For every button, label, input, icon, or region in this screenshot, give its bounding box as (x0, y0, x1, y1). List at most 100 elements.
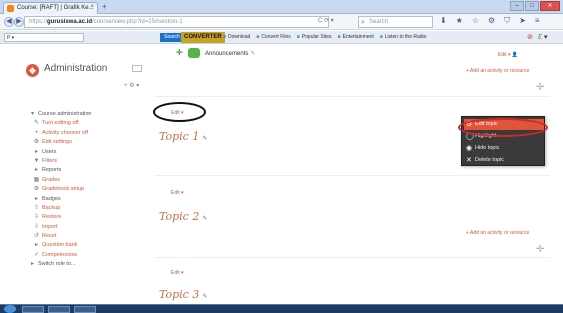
admin-item[interactable]: ▸ Question bank (29, 241, 92, 250)
toolbar-menu-icon[interactable]: ℰ ▾ (538, 33, 548, 41)
menu-item-delete-topic[interactable]: ✕ Delete topic (464, 155, 544, 166)
admin-item[interactable]: ▸ Badges (29, 195, 92, 204)
toolbar-link-convert[interactable]: Convert Files (256, 34, 290, 40)
taskbar-item[interactable] (22, 306, 44, 313)
window-close-button[interactable]: ✕ (540, 1, 560, 11)
forward-icon[interactable]: ▶ (14, 17, 24, 27)
administration-title: Administration (44, 63, 108, 74)
maximize-button[interactable]: □ (525, 1, 539, 11)
toolbar-link-popular[interactable]: Popular Sites (297, 34, 332, 40)
admin-item[interactable]: ⚙ Edit settings (29, 138, 92, 147)
browser-search-input[interactable]: ⌕ Search (358, 16, 433, 28)
taskbar-item[interactable] (74, 306, 96, 313)
admin-item-label: Course administration (38, 111, 92, 117)
admin-item-label: Gradebook setup (42, 186, 85, 193)
admin-item[interactable]: ↺ Reset (29, 232, 92, 241)
add-section-2-icon[interactable]: ✛ (536, 244, 544, 255)
toolbar-link-entertainment[interactable]: Entertainment (338, 34, 374, 40)
admin-item-icon: • (35, 129, 38, 136)
add-section-icon[interactable]: ✛ (176, 48, 183, 57)
browser-tab[interactable]: Course: [RAFT] | Grafik Ke... × (3, 2, 98, 14)
delete-topic-icon: ✕ (466, 157, 472, 164)
topic-2-title[interactable]: Topic 2 ✎ (159, 210, 207, 223)
admin-item-icon: ▸ (34, 242, 38, 249)
section-2-edit-menu[interactable]: Edit ▾ (171, 190, 184, 196)
search-icon: ⌕ (361, 19, 365, 26)
black-annotation-circle (153, 102, 206, 122)
add-activity-link-0[interactable]: + Add an activity or resource (466, 68, 529, 74)
new-tab-button[interactable]: + (102, 2, 107, 12)
topic-1-edit-icon[interactable]: ✎ (202, 135, 207, 142)
menu-icon[interactable]: ≡ (535, 16, 540, 26)
admin-item-label: Restore (42, 214, 62, 221)
admin-item[interactable]: ⇩ Import (29, 223, 92, 232)
section-divider (155, 96, 550, 97)
admin-item[interactable]: • Activity chooser off (29, 129, 92, 138)
minimize-button[interactable]: – (510, 1, 524, 11)
admin-item-label: Reset (42, 233, 57, 240)
topic-3-title[interactable]: Topic 3 ✎ (159, 288, 207, 301)
block-controls[interactable]: + ⚙ ▾ (124, 82, 139, 89)
announcements-link[interactable]: Announcements ✎ (205, 50, 255, 57)
toolbar-right: ⊘ ℰ ▾ (527, 33, 548, 41)
admin-item-icon: ▸ (34, 148, 38, 155)
admin-item-label: Filters (42, 157, 57, 164)
admin-item[interactable]: ▸ Users (29, 148, 92, 157)
admin-item-label: Users (42, 148, 57, 155)
menu-item-hide-topic[interactable]: ◉ Hide topic (464, 143, 544, 154)
admin-item[interactable]: ✎ Turn editing off (29, 119, 92, 128)
back-icon[interactable]: ◀ (4, 17, 14, 27)
taskbar-item[interactable] (48, 306, 70, 313)
edit-title-icon[interactable]: ✎ (250, 51, 255, 57)
url-prefix: https:// (29, 19, 48, 25)
admin-item[interactable]: ▼ Filters (29, 157, 92, 166)
announcement-edit-menu[interactable]: Edit ▾ 👤 (498, 52, 518, 58)
bookmark-star-icon[interactable]: ★ (456, 16, 463, 26)
start-button-icon[interactable] (4, 305, 16, 313)
admin-item[interactable]: ▾ Course administration (29, 110, 92, 119)
toolbar-link-radio[interactable]: Listen to the Radio (380, 34, 427, 40)
admin-item-label: Activity chooser off (42, 129, 89, 136)
menu-item-label: Delete topic (475, 157, 505, 163)
title-bar: Course: [RAFT] | Grafik Ke... × + – □ ✕ (0, 0, 563, 14)
admin-item-icon: ▦ (33, 176, 40, 183)
topic-1-title[interactable]: Topic 1 ✎ (159, 130, 207, 143)
topic-3-edit-icon[interactable]: ✎ (202, 293, 207, 300)
admin-item-label: Edit settings (42, 139, 72, 146)
window-controls: – □ ✕ (510, 1, 560, 11)
admin-item[interactable]: ⚙ Gradebook setup (29, 185, 92, 194)
admin-item-icon: ▾ (30, 111, 34, 117)
topic-2-edit-icon[interactable]: ✎ (202, 215, 207, 222)
blocker-icon[interactable]: ⊘ (527, 33, 533, 41)
reload-icon[interactable]: C ⟳ ▾ (318, 17, 334, 24)
bookmarks-icon[interactable]: ☆ (472, 16, 479, 26)
admin-item[interactable]: ✓ Competencies (29, 251, 92, 260)
admin-item[interactable]: ⇩ Restore (29, 213, 92, 222)
windows-taskbar (0, 304, 563, 313)
browser-toolbar-icons: ⬇ ★ ☆ ⚙ ⛉ ➤ ≡ (440, 16, 540, 26)
admin-item-icon: ⚙ (33, 186, 40, 193)
admin-item-label: Badges (42, 195, 61, 202)
admin-item-icon: ⇩ (33, 214, 40, 221)
add-activity-link-2[interactable]: + Add an activity or resource (466, 230, 529, 236)
admin-item[interactable]: ▸ Reports (29, 166, 92, 175)
add-section-0-icon[interactable]: ✛ (536, 82, 544, 93)
admin-item-icon: ✎ (33, 120, 40, 127)
browser-window: Course: [RAFT] | Grafik Ke... × + – □ ✕ … (0, 0, 563, 313)
toolbar-link-download[interactable]: Download (223, 34, 250, 40)
administration-icon: ◆ (26, 64, 39, 77)
download-icon[interactable]: ⬇ (440, 16, 447, 26)
toolbar-search-field[interactable]: P ▾ (4, 33, 84, 42)
admin-item[interactable]: ⇧ Backup (29, 204, 92, 213)
converter-brand[interactable]: CONVERTER (181, 32, 225, 43)
page-content: ◆ Administration + ⚙ ▾ ▾ Course administra… (0, 44, 563, 304)
pocket-icon[interactable]: ⛉ (504, 16, 510, 26)
tab-close-icon[interactable]: × (90, 4, 94, 10)
address-bar[interactable]: https://gurusiswa.ac.id/course/view.php?… (24, 16, 329, 28)
section-3-edit-menu[interactable]: Edit ▾ (171, 270, 184, 276)
history-icon[interactable]: ⚙ (488, 16, 495, 26)
admin-item[interactable]: ▸ Switch role to... (29, 260, 92, 269)
dock-block-icon[interactable] (132, 65, 142, 72)
send-icon[interactable]: ➤ (519, 16, 526, 26)
admin-item[interactable]: ▦ Grades (29, 176, 92, 185)
